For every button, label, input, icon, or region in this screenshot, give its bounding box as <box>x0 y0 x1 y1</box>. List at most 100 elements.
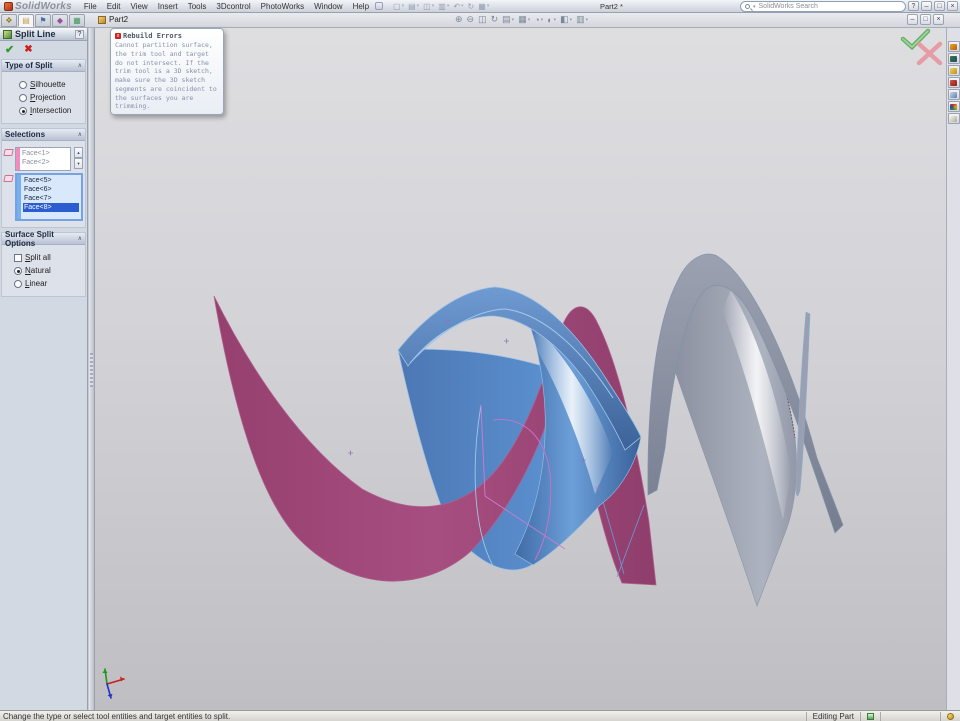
target-faces-callout-icon <box>3 175 14 182</box>
group-header-selections[interactable]: Selections ∧ <box>2 129 85 141</box>
search-input[interactable]: ▾ SolidWorks Search <box>740 1 906 12</box>
radio-icon[interactable] <box>14 279 22 288</box>
list-item[interactable]: Face<1> <box>22 149 68 158</box>
menu-help[interactable]: Help <box>353 2 369 11</box>
standard-views-button[interactable]: ▦ ▾ <box>518 14 530 25</box>
tab-dimxpertmanager[interactable]: ◆ <box>52 14 68 27</box>
checkbox-icon[interactable] <box>14 253 22 262</box>
pan-button[interactable]: ▤ ▾ <box>502 14 514 25</box>
help-button[interactable]: ? <box>908 1 919 11</box>
menu-tools[interactable]: Tools <box>188 2 207 11</box>
doc-close-button[interactable]: × <box>933 14 944 25</box>
doc-restore-button[interactable]: □ <box>920 14 931 25</box>
appearances-scenes-button[interactable] <box>947 101 960 112</box>
confirm-cancel-x-icon[interactable] <box>916 41 943 66</box>
radio-icon[interactable] <box>19 80 27 89</box>
custom-properties-button[interactable] <box>947 113 960 124</box>
spinner-down-button[interactable]: ▼ <box>74 158 83 169</box>
shadows-button[interactable]: ◐ ▾ <box>547 15 556 25</box>
open-button[interactable]: ▤ ▾ <box>408 2 419 11</box>
3d-scene[interactable] <box>95 28 946 710</box>
tab-configurationmanager[interactable]: ⚑ <box>35 14 51 27</box>
tab-propertymanager[interactable]: ▤ <box>18 14 34 27</box>
doc-minimize-button[interactable]: – <box>907 14 918 25</box>
close-button[interactable]: × <box>947 1 958 11</box>
target-faces-listbox[interactable]: Face<5> Face<6> Face<7> Face<8> <box>15 173 83 221</box>
view-palette-button[interactable] <box>947 89 960 100</box>
document-window-controls: – □ × <box>907 14 944 25</box>
list-item[interactable]: Face<5> <box>23 176 79 185</box>
list-item[interactable]: Face<6> <box>23 185 79 194</box>
chevron-down-icon: ▾ <box>486 3 490 9</box>
file-explorer-button[interactable] <box>947 65 960 76</box>
radio-silhouette[interactable]: Silhouette <box>19 80 83 89</box>
spinner-up-button[interactable]: ▲ <box>74 147 83 158</box>
solidworks-window: SolidWorks File Edit View Insert Tools 3… <box>0 0 960 721</box>
sketch-status-cell[interactable] <box>940 711 960 721</box>
radio-icon[interactable] <box>19 106 27 115</box>
chevron-down-icon[interactable]: ▾ <box>753 4 756 10</box>
group-header-type-of-split[interactable]: Type of Split ∧ <box>2 60 85 72</box>
splitter-grip[interactable] <box>90 353 93 387</box>
menu-photoworks[interactable]: PhotoWorks <box>261 2 304 11</box>
part-icon <box>98 15 106 24</box>
previous-view-button[interactable]: ◫ <box>478 14 487 25</box>
collapse-chevron-icon: ∧ <box>77 236 82 242</box>
menu-insert[interactable]: Insert <box>158 2 178 11</box>
flyout-feature-tree[interactable]: Part2 <box>98 15 128 24</box>
tooltip-message: Cannot partition surface, the trim tool … <box>115 41 217 111</box>
quick-tips-cell[interactable] <box>860 711 880 721</box>
tab-displaymanager[interactable]: ▦ <box>69 14 85 27</box>
group-header-surface-split-options[interactable]: Surface Split Options ∧ <box>2 230 85 248</box>
rotate-view-button[interactable]: ↻ <box>491 14 499 25</box>
panel-help-button[interactable]: ? <box>75 29 84 39</box>
zoom-area-button[interactable]: ⊖ <box>467 14 475 25</box>
radio-icon[interactable] <box>14 266 22 275</box>
rebuild-button[interactable]: ↻ <box>468 2 475 11</box>
radio-linear[interactable]: Linear <box>14 279 83 288</box>
menu-file[interactable]: File <box>84 2 97 11</box>
view-settings-button[interactable]: ▥ ▾ <box>576 14 588 25</box>
new-document-button[interactable]: ▢ ▾ <box>393 2 404 11</box>
minimize-button[interactable]: – <box>921 1 932 11</box>
tab-featuremanager[interactable]: ❖ <box>1 14 17 27</box>
display-style-button[interactable]: ◔ ▾ <box>534 15 543 25</box>
radio-natural[interactable]: Natural <box>14 266 83 275</box>
print-button[interactable]: ▥ ▾ <box>438 2 449 11</box>
chevron-down-icon: ▾ <box>553 16 557 23</box>
solidworks-resources-button[interactable] <box>947 41 960 52</box>
pushpin-icon[interactable] <box>375 2 384 10</box>
toolbar-row: ❖ ▤ ⚑ ◆ ▦ Part2 ⊕ ⊖ ◫ ↻ ▤ ▾ ▦ ▾ ◔ ▾ ◐ ▾ ◧ ▾ ▥… <box>0 13 960 28</box>
radio-projection[interactable]: Projection <box>19 93 83 102</box>
radio-intersection[interactable]: Intersection <box>19 106 83 115</box>
displaymanager-icon: ▦ <box>73 16 81 25</box>
graphics-viewport[interactable]: x Rebuild Errors Cannot partition surfac… <box>95 28 946 710</box>
collapse-chevron-icon: ∧ <box>77 132 82 138</box>
menu-window[interactable]: Window <box>314 2 342 11</box>
options-button[interactable]: ▦ ▾ <box>478 2 489 11</box>
group-surface-split-options: Surface Split Options ∧ Split all Natura… <box>1 230 86 298</box>
design-library-button[interactable] <box>947 53 960 64</box>
list-item[interactable]: Face<2> <box>22 158 68 167</box>
undo-button[interactable]: ↶ ▾ <box>453 2 463 11</box>
menu-edit[interactable]: Edit <box>107 2 121 11</box>
ok-button[interactable]: ✔ <box>5 43 14 56</box>
radio-icon[interactable] <box>19 93 27 102</box>
save-button[interactable]: ◫ ▾ <box>423 2 434 11</box>
menu-view[interactable]: View <box>131 2 148 11</box>
list-item[interactable]: Face<7> <box>23 194 79 203</box>
propertymanager-icon: ▤ <box>22 16 30 25</box>
section-view-button[interactable]: ◧ ▾ <box>560 14 572 25</box>
collapse-chevron-icon: ∧ <box>77 63 82 69</box>
solidworks-logo-icon <box>4 1 13 11</box>
list-item-selected[interactable]: Face<8> <box>23 203 79 212</box>
restore-button[interactable]: □ <box>934 1 945 11</box>
checkbox-split-all[interactable]: Split all <box>14 253 83 262</box>
search-results-button[interactable] <box>947 77 960 88</box>
zoom-fit-button[interactable]: ⊕ <box>455 14 463 25</box>
chevron-down-icon: ▾ <box>527 16 531 23</box>
tool-faces-listbox[interactable]: Face<1> Face<2> <box>15 147 71 171</box>
menu-3dcontrol[interactable]: 3Dcontrol <box>216 2 250 11</box>
cancel-button[interactable]: ✖ <box>24 44 32 55</box>
group-title: Type of Split <box>5 61 53 70</box>
